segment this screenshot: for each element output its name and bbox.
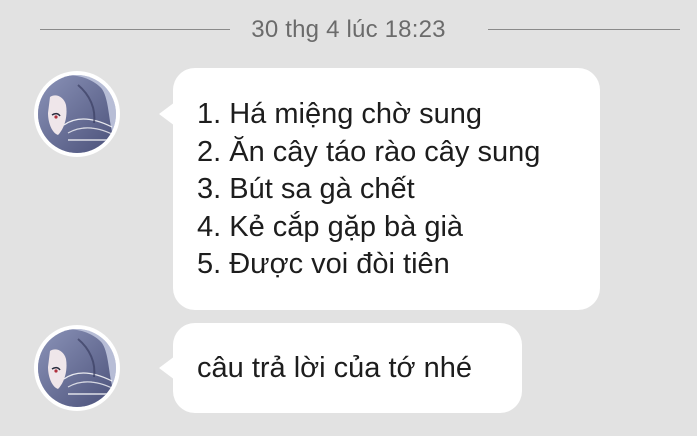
bubble-tail bbox=[159, 102, 175, 126]
anime-character-avatar-icon bbox=[38, 75, 116, 153]
anime-character-avatar-icon bbox=[38, 329, 116, 407]
sender-avatar[interactable] bbox=[34, 71, 120, 157]
message-text-list: 1. Há miệng chờ sung 2. Ăn cây táo rào c… bbox=[197, 96, 540, 284]
message-line: 4. Kẻ cắp gặp bà già bbox=[197, 210, 464, 243]
message-line: 5. Được voi đòi tiên bbox=[197, 248, 450, 280]
message-line: 3. Bút sa gà chết bbox=[197, 173, 415, 205]
date-separator: 30 thg 4 lúc 18:23 bbox=[0, 12, 697, 48]
date-divider-right bbox=[488, 29, 680, 30]
date-separator-label: 30 thg 4 lúc 18:23 bbox=[251, 16, 446, 43]
message-line: 2. Ăn cây táo rào cây sung bbox=[197, 135, 541, 168]
message-line: 1. Há miệng chờ sung bbox=[197, 98, 483, 130]
message-bubble[interactable]: câu trả lời của tớ nhé bbox=[159, 323, 522, 413]
sender-avatar[interactable] bbox=[34, 325, 120, 411]
message-bubble[interactable]: 1. Há miệng chờ sung 2. Ăn cây táo rào c… bbox=[159, 68, 600, 310]
message-text: câu trả lời của tớ nhé bbox=[197, 352, 473, 384]
bubble-tail bbox=[159, 356, 175, 380]
